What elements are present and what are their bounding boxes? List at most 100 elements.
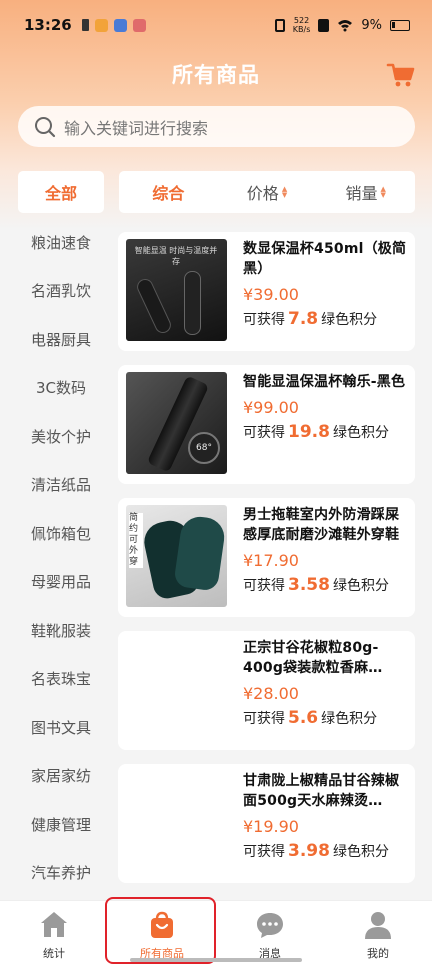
category-all-button[interactable]: 全部 [18,171,104,213]
points-prefix: 可获得 [243,312,285,328]
product-points: 可获得 3.58 绿色积分 [243,575,407,595]
product-name: 正宗甘谷花椒粒80g-400g袋装款粒香麻… [243,640,383,676]
category-item[interactable]: 清洁纸品 [0,461,122,510]
sort-label: 综合 [152,184,185,203]
points-value: 19.8 [288,422,330,442]
points-prefix: 可获得 [243,844,285,860]
product-card[interactable]: 智能显温 时尚与温度并存 数显保温杯450ml（极简黑） ¥39.00 可获得 7… [118,232,415,351]
product-image-placeholder [126,771,227,873]
product-name: 甘肃陇上椒精品甘谷辣椒面500g天水麻辣烫… [243,773,400,809]
product-image-slippers: 简约 可外穿 [126,505,227,607]
sort-arrows-icon: ▲ ▼ [380,185,386,199]
product-card[interactable]: 正宗甘谷花椒粒80g-400g袋装款粒香麻… ¥28.00 可获得 5.6 绿色积分 [118,631,415,750]
product-card[interactable]: 简约 可外穿 男士拖鞋室内外防滑踩屎感厚底耐磨沙滩鞋外穿鞋 ¥17.90 可获得… [118,498,415,617]
category-item[interactable]: 佩饰箱包 [0,509,122,558]
category-item[interactable]: 母婴用品 [0,558,122,607]
app-icon [113,18,127,32]
points-suffix: 绿色积分 [332,425,389,441]
shopping-bag-icon [151,911,173,938]
tab-messages[interactable]: 消息 [216,901,324,964]
category-item[interactable]: 家居家纺 [0,752,122,801]
sort-label: 销量 [345,184,378,203]
tab-statistics[interactable]: 统计 [0,901,108,964]
points-value: 3.58 [288,575,330,595]
network-speed-unit: KB/s [292,25,311,34]
category-item[interactable]: 名表珠宝 [0,655,122,704]
category-item[interactable]: 图书文具 [0,703,122,752]
product-info: 正宗甘谷花椒粒80g-400g袋装款粒香麻… ¥28.00 可获得 5.6 绿色积分 [243,638,407,743]
category-item[interactable]: 名酒乳饮 [0,267,122,316]
category-item[interactable]: 3C数码 [0,364,122,413]
points-value: 3.98 [288,841,330,861]
product-image-placeholder [126,638,227,740]
home-icon [41,912,67,937]
temperature-display: 68° [188,432,220,464]
points-suffix: 绿色积分 [321,312,378,328]
category-item[interactable]: 鞋靴服装 [0,606,122,655]
header: 所有商品 [0,52,432,96]
status-right: 522 KB/s 9% [274,16,410,34]
sim-icon [81,19,89,31]
product-info: 甘肃陇上椒精品甘谷辣椒面500g天水麻辣烫… ¥19.90 可获得 3.98 绿色积… [243,771,407,876]
chat-icon [257,913,283,938]
home-indicator[interactable] [130,958,302,962]
product-price: ¥99.00 [243,398,299,417]
sort-arrows-icon: ▲ ▼ [281,185,288,199]
product-name: 男士拖鞋室内外防滑踩屎感厚底耐磨沙滩鞋外穿鞋 [243,507,400,543]
product-image-smart-thermos: 68° [126,372,227,474]
product-image-caption: 简约 可外穿 [129,513,143,568]
points-prefix: 可获得 [243,711,285,727]
category-item[interactable]: 美妆个护 [0,412,122,461]
sim-x-icon [318,18,330,32]
search-input[interactable]: 输入关键词进行搜索 [64,115,208,139]
tab-mine[interactable]: 我的 [324,901,432,964]
points-value: 5.6 [288,708,319,728]
status-time: 13:26 [24,16,72,34]
product-info: 数显保温杯450ml（极简黑） ¥39.00 可获得 7.8 绿色积分 [243,239,407,344]
battery-percent: 9% [361,17,382,33]
tab-label: 统计 [43,947,65,960]
product-info: 男士拖鞋室内外防滑踩屎感厚底耐磨沙滩鞋外穿鞋 ¥17.90 可获得 3.58 绿色积… [243,505,407,610]
vibrate-icon [274,18,285,32]
search-icon [35,116,56,137]
product-info: 智能显温保温杯翰乐-黑色 ¥99.00 可获得 19.8 绿色积分 [243,372,407,477]
weibo-icon [94,18,108,32]
product-price: ¥19.90 [243,817,299,836]
status-bar: 13:26 522 KB/s 9% [0,0,432,50]
product-price: ¥17.90 [243,551,299,570]
product-points: 可获得 3.98 绿色积分 [243,841,407,861]
category-item[interactable]: 健康管理 [0,800,122,849]
sort-bar: 综合 价格 ▲ ▼ 销量 ▲ ▼ [119,171,415,213]
bottle-shape [184,271,201,335]
product-name: 智能显温保温杯翰乐-黑色 [243,374,406,390]
notification-icons [81,18,146,32]
wifi-icon [338,19,353,31]
sort-label: 价格 [246,184,279,203]
category-item[interactable]: 电器厨具 [0,315,122,364]
temperature-text: 68° [196,443,212,453]
battery-icon [390,19,410,31]
product-image-caption: 智能显温 时尚与温度并存 [134,246,218,266]
bottle-shape [134,276,174,336]
product-card[interactable]: 68° 智能显温保温杯翰乐-黑色 ¥99.00 可获得 19.8 绿色积分 [118,365,415,484]
tab-all-products[interactable]: 所有商品 [108,901,216,964]
sort-price[interactable]: 价格 ▲ ▼ [218,180,317,204]
category-item[interactable]: 粮油速食 [0,218,122,267]
points-suffix: 绿色积分 [332,844,389,860]
product-price: ¥39.00 [243,285,299,304]
category-item[interactable]: 汽车养护 [0,849,122,898]
search-bar[interactable]: 输入关键词进行搜索 [18,106,415,147]
product-points: 可获得 7.8 绿色积分 [243,309,407,329]
points-suffix: 绿色积分 [321,711,378,727]
sort-sales[interactable]: 销量 ▲ ▼ [316,180,415,204]
cart-button[interactable] [386,60,416,90]
tab-label: 我的 [367,947,389,960]
product-image-thermos-black: 智能显温 时尚与温度并存 [126,239,227,341]
points-prefix: 可获得 [243,578,285,594]
points-value: 7.8 [288,309,319,329]
product-card[interactable]: 甘肃陇上椒精品甘谷辣椒面500g天水麻辣烫… ¥19.90 可获得 3.98 绿色积… [118,764,415,883]
user-icon [365,912,391,939]
bottom-tab-bar: 统计 所有商品 消息 我的 [0,900,432,964]
points-suffix: 绿色积分 [332,578,389,594]
sort-comprehensive[interactable]: 综合 [119,180,218,204]
